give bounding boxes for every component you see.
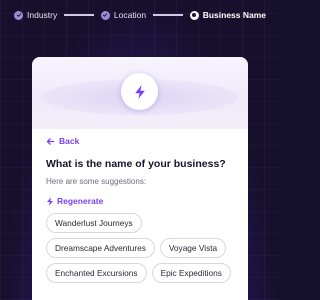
check-icon xyxy=(14,10,23,20)
progress-stepper: Industry Location Business Name xyxy=(0,0,280,30)
regenerate-label: Regenerate xyxy=(57,196,104,206)
suggestion-chip[interactable]: Epic Expeditions xyxy=(151,263,231,283)
arrow-left-icon xyxy=(46,137,55,145)
check-icon xyxy=(100,10,110,20)
suggestion-list: Wanderlust Journeys Dreamscape Adventure… xyxy=(46,213,240,283)
suggestion-chip[interactable]: Enchanted Excursions xyxy=(46,263,147,283)
step-connector xyxy=(64,14,94,16)
back-label: Back xyxy=(59,136,80,146)
lightning-bolt-icon xyxy=(47,196,53,206)
step-business-name[interactable]: Business Name xyxy=(189,10,267,20)
suggestions-hint: Here are some suggestions: xyxy=(46,177,147,186)
step-location[interactable]: Location xyxy=(100,10,147,20)
back-button[interactable]: Back xyxy=(46,136,79,146)
business-name-card: Back What is the name of your business? … xyxy=(32,57,248,300)
card-header xyxy=(32,57,248,129)
question-heading: What is the name of your business? xyxy=(46,158,226,170)
current-step-icon xyxy=(189,10,199,20)
step-label: Business Name xyxy=(202,10,267,20)
lightning-bolt-icon xyxy=(121,73,158,110)
suggestion-chip[interactable]: Voyage Vista xyxy=(159,238,227,258)
step-industry[interactable]: Industry xyxy=(14,10,57,20)
step-label: Industry xyxy=(27,10,58,20)
regenerate-button[interactable]: Regenerate xyxy=(46,196,103,206)
step-label: Location xyxy=(113,10,147,20)
step-connector xyxy=(153,14,183,16)
suggestion-chip[interactable]: Wanderlust Journeys xyxy=(46,213,142,233)
suggestion-chip[interactable]: Dreamscape Adventures xyxy=(46,238,155,258)
